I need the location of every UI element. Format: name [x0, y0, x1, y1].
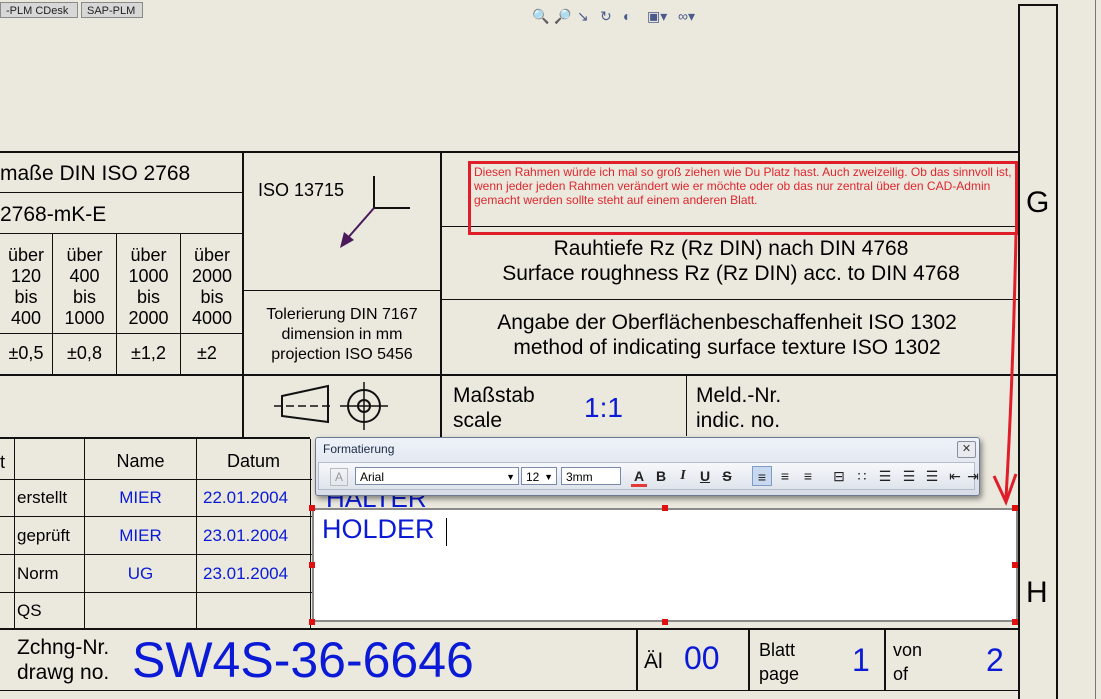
drawing-number: SW4S-36-6646 — [132, 632, 474, 688]
tolerancing-line1: Tolerierung DIN 7167 — [266, 306, 418, 323]
resize-handle[interactable] — [309, 562, 315, 568]
range-label: über 120 bis 400 — [7, 245, 45, 328]
meld-label: Meld.-Nr. — [696, 384, 782, 407]
edge-symbol-icon — [340, 176, 410, 248]
font-size-value: 12 — [526, 470, 540, 484]
fit-text-icon[interactable]: ⊟ — [829, 466, 849, 486]
approvals-first-header: t — [0, 452, 6, 472]
roughness-line2: Surface roughness Rz (Rz DIN) acc. to DI… — [502, 262, 960, 285]
sheet-label-en: page — [759, 664, 800, 684]
tolerance-value: ±1,2 — [131, 343, 166, 363]
approval-name: MIER — [119, 526, 162, 545]
range-label: über 1000 bis 2000 — [128, 245, 169, 328]
approval-date: 23.01.2004 — [203, 526, 289, 545]
formatting-toolbar-title: Formatierung — [323, 442, 395, 456]
tolerancing-line2: dimension in mm — [281, 326, 403, 343]
tab-sap-plm[interactable]: SAP-PLM — [81, 2, 143, 18]
tab-plm-cdesk[interactable]: -PLM CDesk — [0, 2, 78, 18]
align-center-icon[interactable]: ≡ — [775, 466, 795, 486]
drawing-number-label-en: drawg no. — [17, 661, 110, 684]
bold-button[interactable]: B — [652, 466, 670, 486]
range-label: über 2000 bis 4000 — [191, 245, 233, 328]
revision-value: 00 — [684, 640, 720, 676]
close-icon[interactable]: ✕ — [957, 441, 976, 458]
tolerance-value: ±0,8 — [67, 343, 102, 363]
font-color-swatch — [631, 484, 647, 487]
of-value: 2 — [986, 642, 1004, 678]
sheet-value: 1 — [852, 642, 870, 678]
strikethrough-button[interactable]: S — [718, 466, 736, 486]
resize-handle[interactable] — [1012, 562, 1018, 568]
surface-line1: Angabe der Oberflächenbeschaffenheit ISO… — [497, 311, 957, 334]
approval-role: erstellt — [17, 488, 68, 507]
resize-handle[interactable] — [662, 619, 668, 625]
zone-h: H — [1026, 576, 1048, 609]
meld-label-en: indic. no. — [696, 409, 781, 432]
of-label: von — [893, 640, 923, 660]
text-height-input[interactable]: 3mm — [561, 467, 621, 485]
zone-g: G — [1026, 186, 1050, 219]
projection-symbol-icon — [274, 382, 388, 430]
drawing-number-label: Zchng-Nr. — [17, 636, 110, 659]
approvals-date-header: Datum — [226, 451, 280, 471]
chevron-down-icon: ▼ — [544, 472, 553, 482]
formatting-toolbar[interactable]: Formatierung ✕ A Arial ▼ 12 ▼ 3mm A B I … — [315, 437, 980, 496]
general-tolerance-class: 2768-mK-E — [0, 203, 107, 226]
display-style-icon[interactable]: ▣▾ — [647, 8, 667, 25]
approval-date: 22.01.2004 — [203, 488, 289, 507]
scale-value: 1:1 — [584, 392, 623, 423]
numbered-list-icon[interactable]: ☰ — [922, 466, 942, 486]
font-color-button[interactable]: A — [630, 466, 648, 486]
resize-handle[interactable] — [309, 619, 315, 625]
font-size-select[interactable]: 12 ▼ — [521, 467, 557, 485]
increase-indent-icon[interactable]: ⇥ — [967, 466, 979, 486]
view-settings-icon[interactable]: ∞▾ — [678, 8, 695, 25]
resize-handle[interactable] — [309, 505, 315, 511]
roughness-line1: Rauhtiefe Rz (Rz DIN) nach DIN 4768 — [553, 237, 909, 260]
approval-name: UG — [127, 564, 154, 583]
align-left-icon[interactable]: ≡ — [752, 466, 772, 486]
range-label: über 400 bis 1000 — [64, 245, 105, 328]
approvals-name-header: Name — [116, 451, 165, 471]
approval-role: QS — [17, 601, 42, 620]
text-color-icon[interactable]: A — [330, 468, 348, 486]
title-text-value: HOLDER — [322, 514, 435, 544]
tolerance-value: ±2 — [197, 343, 217, 363]
approval-role: geprüft — [17, 526, 70, 545]
text-cursor — [446, 518, 447, 546]
tolerance-value: ±0,5 — [8, 343, 44, 363]
surface-line2: method of indicating surface texture ISO… — [513, 336, 941, 359]
of-label-en: of — [893, 664, 909, 684]
general-tolerance-title: maße DIN ISO 2768 — [0, 162, 191, 185]
align-right-icon[interactable]: ≡ — [798, 466, 818, 486]
scale-label-en: scale — [453, 409, 503, 432]
decrease-indent-icon[interactable]: ⇤ — [945, 466, 965, 486]
approval-name: MIER — [119, 488, 162, 507]
chevron-down-icon: ▼ — [506, 472, 515, 482]
scale-label: Maßstab — [453, 384, 535, 407]
rotate-icon[interactable]: ↻ — [600, 8, 612, 25]
line-spacing-icon[interactable]: ☰ — [875, 466, 895, 486]
appearance-icon[interactable]: ◐ — [623, 8, 631, 24]
font-select-value: Arial — [360, 470, 385, 484]
zoom-in-icon[interactable]: 🔍 — [532, 8, 549, 25]
text-height-value: 3mm — [566, 470, 593, 484]
underline-button[interactable]: U — [696, 466, 714, 486]
approval-date: 23.01.2004 — [203, 564, 289, 583]
title-text-field[interactable]: HOLDER — [312, 508, 1018, 622]
sheet-label: Blatt — [759, 640, 796, 660]
resize-handle[interactable] — [662, 505, 668, 511]
approval-role: Norm — [17, 564, 59, 583]
resize-handle[interactable] — [1012, 619, 1018, 625]
resize-handle[interactable] — [1012, 505, 1018, 511]
zoom-area-icon[interactable]: 🔎 — [554, 8, 571, 25]
revision-label: Äl — [644, 650, 663, 673]
comment-text: Diesen Rahmen würde ich mal so groß zieh… — [474, 165, 1012, 207]
tolerancing-line3: projection ISO 5456 — [271, 346, 413, 363]
bullet-list-icon[interactable]: ☰ — [899, 466, 919, 486]
font-select[interactable]: Arial ▼ — [355, 467, 519, 485]
stack-icon[interactable]: ∷ — [852, 466, 872, 486]
pan-icon[interactable]: ↘ — [577, 8, 589, 25]
italic-button[interactable]: I — [674, 466, 692, 486]
